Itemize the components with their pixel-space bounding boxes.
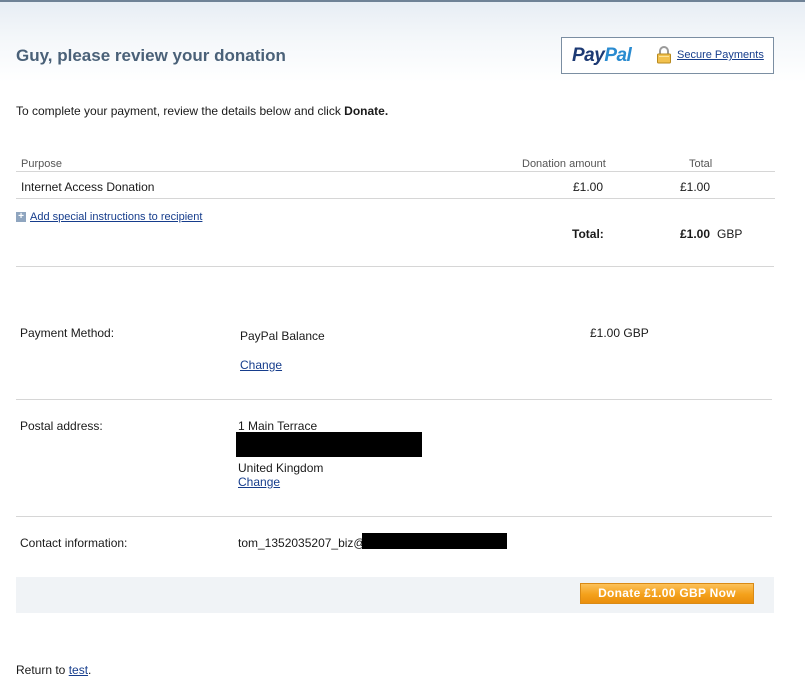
postal-address-label: Postal address: <box>20 419 103 433</box>
column-header-purpose: Purpose <box>21 158 62 170</box>
row-total: £1.00 <box>680 180 711 194</box>
address-country: United Kingdom <box>238 461 324 475</box>
section-divider-1 <box>16 266 774 267</box>
total-currency: GBP <box>717 227 743 241</box>
payment-method-label: Payment Method: <box>20 326 115 340</box>
row-amount: £1.00 <box>573 180 604 194</box>
change-payment-link[interactable]: Change <box>240 358 282 372</box>
redacted-address <box>236 432 422 457</box>
contact-label: Contact information: <box>20 536 128 550</box>
paypal-secure-badge: PayPal Secure Payments <box>561 37 774 74</box>
payment-method-value: PayPal Balance <box>240 329 325 343</box>
section-divider-3 <box>16 516 772 517</box>
row-purpose: Internet Access Donation <box>21 180 155 194</box>
redacted-email <box>362 533 507 549</box>
table-header-divider <box>16 171 775 172</box>
add-instructions[interactable]: + Add special instructions to recipient <box>16 211 202 223</box>
intro-text: To complete your payment, review the det… <box>16 104 389 118</box>
lock-icon <box>657 46 671 64</box>
total-value: £1.00 <box>680 227 711 241</box>
contact-email: tom_1352035207_biz@ <box>238 536 366 550</box>
add-instructions-link[interactable]: Add special instructions to recipient <box>30 211 202 223</box>
total-label: Total: <box>572 227 604 241</box>
change-address-link[interactable]: Change <box>238 475 280 489</box>
page-title: Guy, please review your donation <box>16 46 286 65</box>
paypal-logo: PayPal <box>572 45 632 66</box>
secure-payments-link[interactable]: Secure Payments <box>677 49 764 61</box>
return-text: Return to test. <box>16 663 92 677</box>
section-divider-2 <box>16 399 772 400</box>
table-row-divider <box>16 198 775 199</box>
plus-icon: + <box>16 212 26 222</box>
payment-method-amount: £1.00 GBP <box>590 326 649 340</box>
address-line-1: 1 Main Terrace <box>238 419 318 433</box>
return-link[interactable]: test <box>69 663 88 677</box>
column-header-total: Total <box>689 158 713 170</box>
donate-button[interactable]: Donate £1.00 GBP Now <box>580 583 754 604</box>
column-header-amount: Donation amount <box>522 158 606 170</box>
